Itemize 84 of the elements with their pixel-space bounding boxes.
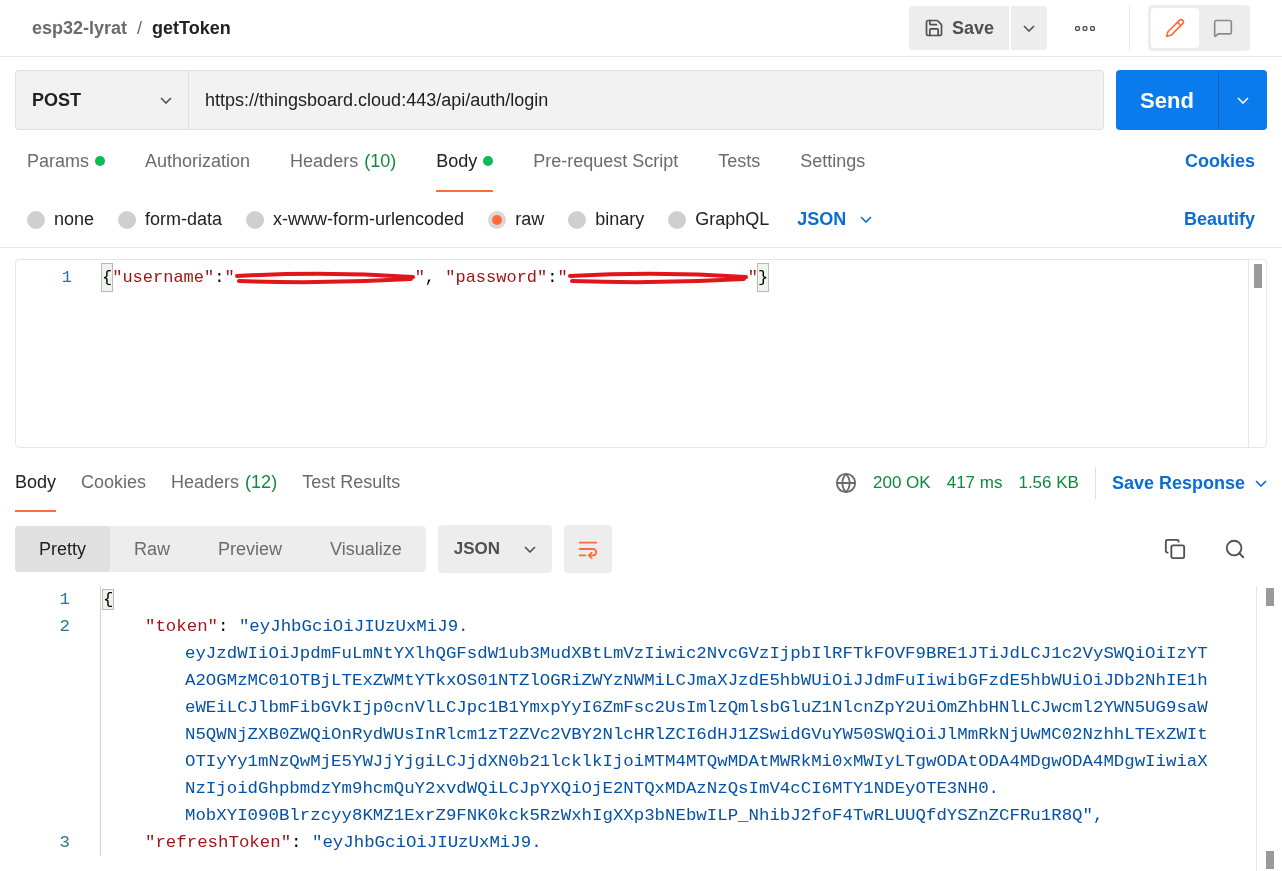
line-number: 2 <box>58 616 70 638</box>
punctuation: : <box>214 267 225 289</box>
body-type-radio[interactable]: binary <box>568 206 645 233</box>
response-time: 417 ms <box>946 472 1003 495</box>
punctuation: : <box>547 267 558 289</box>
comment-icon <box>1213 18 1233 38</box>
request-body-editor[interactable]: 1 {"username":" ", "password":" "} <box>15 259 1267 448</box>
edit-mode-button[interactable] <box>1151 8 1199 48</box>
chevron-down-icon <box>160 96 172 104</box>
method-dropdown[interactable]: POST <box>15 70 189 130</box>
save-icon <box>923 18 944 38</box>
wrap-lines-button[interactable] <box>563 525 612 573</box>
response-format-dropdown[interactable]: JSON <box>437 525 552 573</box>
chevron-down-icon <box>1255 479 1267 487</box>
response-tab[interactable]: Body <box>15 454 57 512</box>
quote: " <box>557 267 568 289</box>
breadcrumb-separator: / <box>137 16 143 40</box>
request-tab[interactable]: Tests <box>718 130 761 192</box>
pencil-icon <box>1165 18 1185 38</box>
chevron-down-icon <box>523 545 536 553</box>
json-value: eyJzdWIiOiJpdmFuLmNtYXlhQGFsdW1ub3MudXBtLmVzIiwic2NvcGVzIjpbIlRFTkFOVF9BRE1JTiJdLCJ1c2VySWQiOiIzYT <box>185 644 1208 663</box>
punctuation: : <box>291 833 302 852</box>
collection-name[interactable]: esp32-lyrat <box>32 14 128 42</box>
response-tab[interactable]: Cookies <box>81 454 147 512</box>
count-label: (12) <box>245 470 278 494</box>
json-value: NzIjoidGhpbmdzYm9hcmQuY2xvdWQiLCJpYXQiOjE2NTQxMDAzNzQsImV4cCI6MTY1NDEyOTE3NH0. <box>185 779 999 798</box>
redaction-scribble-icon <box>234 269 415 286</box>
quote: " <box>224 267 235 289</box>
body-type-radio[interactable]: GraphQL <box>668 206 770 233</box>
punctuation: : <box>218 617 229 636</box>
json-key: "password" <box>445 264 548 291</box>
json-value: OTIyYy1mNzQwMjE5YWJjYjgiLCJjdXN0b21lcklkIjoiMTM4MTQwMDAtMWRkMi0xMWIyLTgwODAtODA4MDgwODA4MDgwIiwiaX <box>185 752 1208 771</box>
line-number: 1 <box>60 267 72 289</box>
request-tab[interactable]: Body <box>436 130 494 192</box>
json-key: "username" <box>112 264 215 291</box>
chevron-down-icon <box>860 216 873 223</box>
redaction-scribble-icon <box>567 269 748 286</box>
body-type-radio[interactable]: raw <box>488 206 545 233</box>
status-code: 200 OK <box>873 472 931 495</box>
save-button[interactable]: Save <box>908 6 1009 50</box>
json-value: A2OGMzMC01OTBjLTExZWMtYTkxOS01NTZlOGRiZWYzNWMiLCJmaXJzdE5hbWUiOiJJdmFuIiwibGFzdE5hbWUiOiJDb2NhIE1h <box>185 671 1208 690</box>
brace: { <box>102 264 113 291</box>
chevron-down-icon <box>1023 24 1035 32</box>
search-icon <box>1224 538 1246 560</box>
response-tab[interactable]: Headers (12) <box>171 454 278 512</box>
copy-icon <box>1164 538 1186 560</box>
count-label: (10) <box>364 149 397 173</box>
body-type-radio[interactable]: x-www-form-urlencoded <box>246 206 465 233</box>
json-value: eWEiLCJlbmFibGVkIjp0cnVlLCJpc1B1YmxpYyI6ZmFsc2UsImlzQmlsbGluZ1NlcnZpY2UiOmZhbHNlLCJwcml2YWN5UG9saW <box>185 698 1208 717</box>
view-tab[interactable]: Visualize <box>306 526 426 572</box>
request-tab[interactable]: Pre-request Script <box>533 130 679 192</box>
request-tab[interactable]: Params <box>27 130 105 192</box>
chevron-down-icon <box>1237 96 1249 104</box>
save-response-button[interactable]: Save Response <box>1111 469 1267 497</box>
request-tab[interactable]: Authorization <box>145 130 251 192</box>
request-tab[interactable]: Headers (10) <box>290 130 397 192</box>
body-type-radio[interactable]: none <box>27 206 95 233</box>
json-value: "eyJhbGciOiJIUzUxMiJ9. <box>238 617 469 636</box>
beautify-link[interactable]: Beautify <box>1184 206 1255 233</box>
view-tab[interactable]: Raw <box>110 526 195 572</box>
cookies-link[interactable]: Cookies <box>1184 130 1255 192</box>
line-number: 1 <box>58 589 70 611</box>
request-name: getToken <box>152 16 231 40</box>
body-type-radio[interactable]: form-data <box>118 206 223 233</box>
view-tab[interactable]: Pretty <box>15 526 110 572</box>
quote: " <box>747 267 758 289</box>
json-key: "refreshToken" <box>145 833 292 852</box>
punctuation: , <box>424 267 437 289</box>
more-icon <box>1075 25 1095 31</box>
request-tab[interactable]: Settings <box>800 130 866 192</box>
globe-icon <box>835 472 857 494</box>
brace: } <box>757 264 769 291</box>
view-tab[interactable]: Preview <box>194 526 307 572</box>
json-value: "eyJhbGciOiJIUzUxMiJ9. <box>312 833 542 852</box>
format-dropdown[interactable]: JSON <box>797 206 873 233</box>
line-number: 3 <box>58 832 70 854</box>
json-key: "token" <box>145 617 219 636</box>
json-value: MobXYI090Blrzcyy8KMZ1ExrZ9FNK0kck5RzWxhIgXXp3bNEbwILP_NhibJ2foF4TwRLUUQfdYSZnZCFRu1R8Q", <box>185 806 1104 825</box>
quote: " <box>414 267 425 289</box>
response-tab[interactable]: Test Results <box>302 454 401 512</box>
response-size: 1.56 KB <box>1018 472 1079 495</box>
json-value: N5QWNjZXB0ZWQiOnRydWUsInRlcm1zT2ZVc2VBY2NlcHRlZCI6dHJ1ZSwidGVuYW50SWQiOiJlMmRkNjUwMC02NzhhLTExZWIt <box>185 725 1208 744</box>
url-field[interactable]: https://thingsboard.cloud:443/api/auth/login <box>189 70 1104 130</box>
brace: { <box>103 590 114 609</box>
